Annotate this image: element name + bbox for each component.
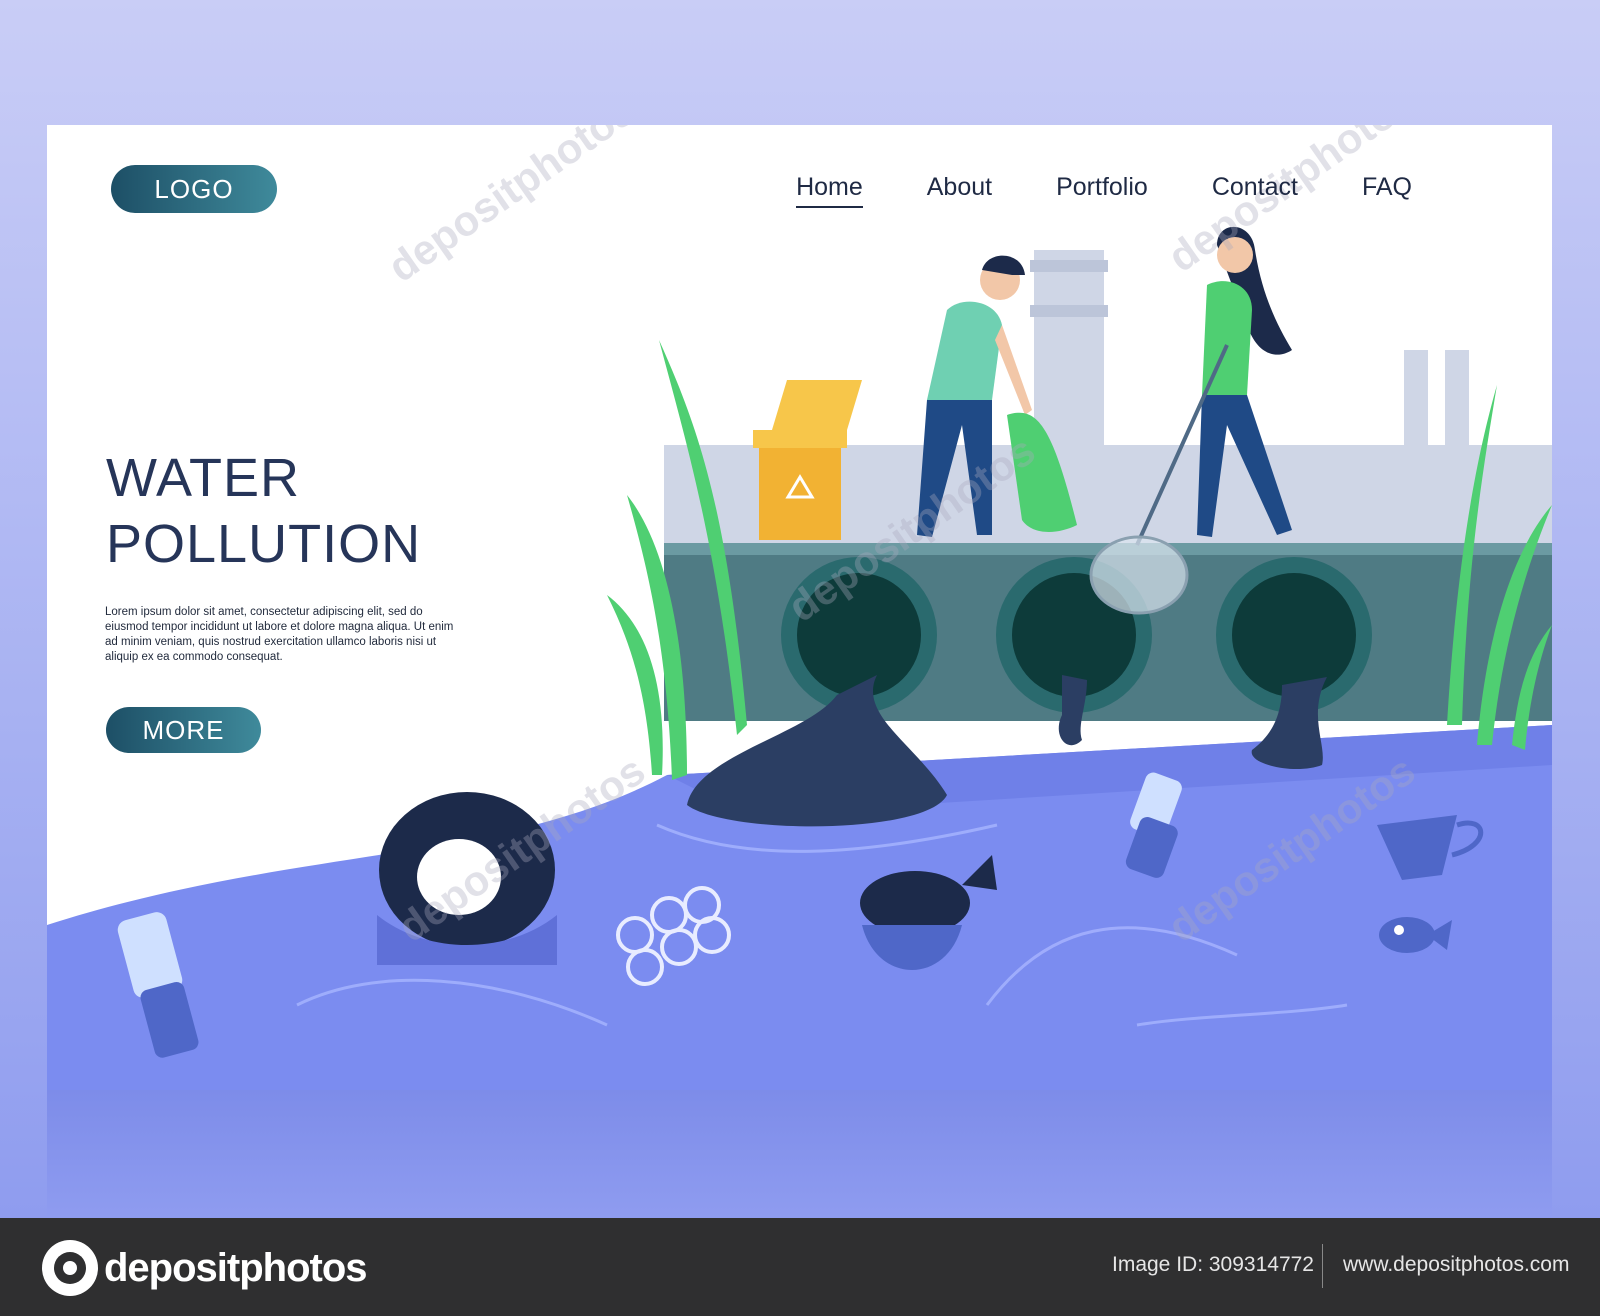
page-bottom-band <box>47 1090 1552 1220</box>
nav-faq[interactable]: FAQ <box>1362 173 1412 208</box>
landing-page: depositphotos depositphotos depositphoto… <box>47 125 1552 1090</box>
footer-brand[interactable]: depositphotos <box>42 1240 368 1296</box>
main-nav: Home About Portfolio Contact FAQ <box>732 173 1412 208</box>
footer-divider <box>1322 1244 1323 1288</box>
stock-footer: depositphotos Image ID: 309314772 www.de… <box>0 1218 1600 1316</box>
tire-icon <box>377 792 557 965</box>
hero-description: Lorem ipsum dolor sit amet, consectetur … <box>105 606 454 663</box>
logo-button[interactable]: LOGO <box>111 165 277 213</box>
footer-url[interactable]: www.depositphotos.com <box>1343 1253 1569 1277</box>
nav-portfolio[interactable]: Portfolio <box>1056 173 1148 208</box>
page-title: WATER POLLUTION <box>106 445 421 577</box>
nav-contact[interactable]: Contact <box>1212 173 1298 208</box>
page-title-line-2: POLLUTION <box>106 514 422 574</box>
page-title-line-1: WATER <box>106 448 300 508</box>
nav-home[interactable]: Home <box>796 173 863 208</box>
more-button[interactable]: MORE <box>106 707 261 753</box>
nav-about[interactable]: About <box>927 173 992 208</box>
image-id: Image ID: 309314772 <box>1112 1253 1314 1276</box>
footer-brand-name: depositphotos <box>104 1245 368 1290</box>
camera-icon <box>42 1240 98 1296</box>
